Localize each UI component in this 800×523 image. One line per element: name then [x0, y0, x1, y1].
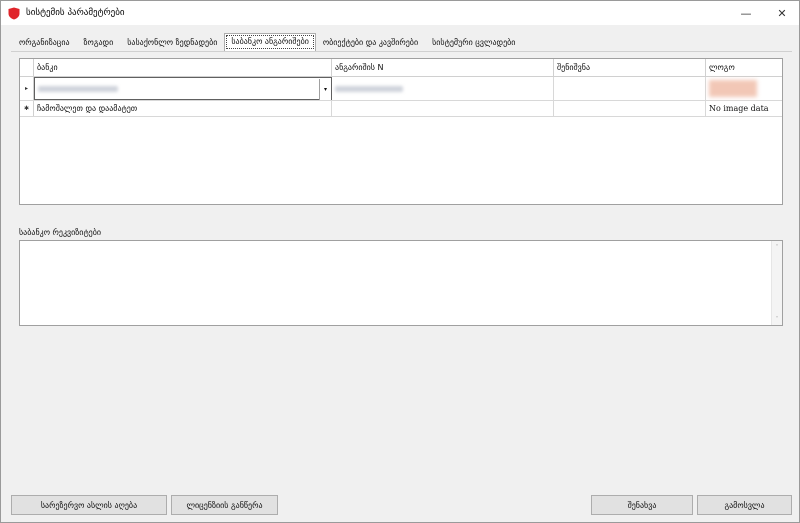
tab-system-variables[interactable]: სისტემური ცვლადები — [425, 34, 522, 51]
grid-corner — [20, 59, 34, 77]
window-title: სისტემის პარამეტრები — [26, 8, 125, 18]
requisites-textarea[interactable]: ˄ ˅ — [19, 240, 783, 326]
logo-cell[interactable] — [706, 77, 782, 100]
requisites-scrollbar[interactable]: ˄ ˅ — [771, 241, 782, 325]
tab-organization[interactable]: ორგანიზაცია — [12, 34, 77, 51]
title-bar: სისტემის პარამეტრები — ✕ — [1, 1, 799, 25]
column-header-bank[interactable]: ბანკი — [34, 59, 332, 77]
tab-objects-relations[interactable]: ობიექტები და კავშირები — [316, 34, 425, 51]
shield-app-icon — [8, 7, 20, 19]
tab-bank-accounts[interactable]: საბანკო ანგარიშები — [224, 33, 316, 51]
column-header-logo[interactable]: ლოგო — [706, 59, 782, 77]
save-button[interactable]: შენახვა — [591, 495, 693, 515]
new-row-logo-cell[interactable]: No image data — [706, 101, 782, 116]
exit-button[interactable]: გამოსვლა — [697, 495, 792, 515]
close-button[interactable]: ✕ — [765, 1, 799, 25]
bank-name-blurred — [38, 85, 118, 92]
new-row-bank-cell[interactable]: ჩამოშალეთ და დაამატეთ — [34, 101, 332, 116]
minimize-button[interactable]: — — [729, 1, 763, 25]
grid-header: ბანკი ანგარიშის N შენიშვნა ლოგო — [20, 59, 782, 77]
row-current-indicator: ▸ — [20, 77, 34, 100]
license-button[interactable]: ლიცენზიის განწერა — [171, 495, 278, 515]
tab-waybill[interactable]: სასაქონლო ზედნადები — [120, 34, 224, 51]
bank-accounts-grid: ბანკი ანგარიშის N შენიშვნა ლოგო ▸ ▾ ✱ ჩა… — [19, 58, 783, 205]
backup-button[interactable]: სარეზერვო ასლის აღება — [11, 495, 167, 515]
account-number-blurred — [335, 85, 403, 92]
column-header-note[interactable]: შენიშვნა — [554, 59, 706, 77]
account-number-cell[interactable] — [332, 77, 554, 100]
requisites-label: საბანკო რეკვიზიტები — [19, 228, 102, 237]
bank-combo-cell[interactable]: ▾ — [34, 77, 332, 100]
scroll-down-icon[interactable]: ˅ — [772, 314, 782, 324]
table-row-new[interactable]: ✱ ჩამოშალეთ და დაამატეთ No image data — [20, 101, 782, 117]
table-row[interactable]: ▸ ▾ — [20, 77, 782, 101]
new-row-note-cell[interactable] — [554, 101, 706, 116]
new-row-account-cell[interactable] — [332, 101, 554, 116]
tab-strip: ორგანიზაცია ზოგადი სასაქონლო ზედნადები ს… — [12, 33, 522, 51]
column-header-account[interactable]: ანგარიშის N — [332, 59, 554, 77]
new-row-indicator: ✱ — [20, 101, 34, 116]
bank-logo-image — [709, 80, 757, 97]
settings-window: სისტემის პარამეტრები — ✕ ორგანიზაცია ზოგ… — [0, 0, 800, 523]
scroll-up-icon[interactable]: ˄ — [772, 242, 782, 252]
tab-general[interactable]: ზოგადი — [77, 34, 121, 51]
chevron-down-icon[interactable]: ▾ — [319, 79, 331, 100]
note-cell[interactable] — [554, 77, 706, 100]
